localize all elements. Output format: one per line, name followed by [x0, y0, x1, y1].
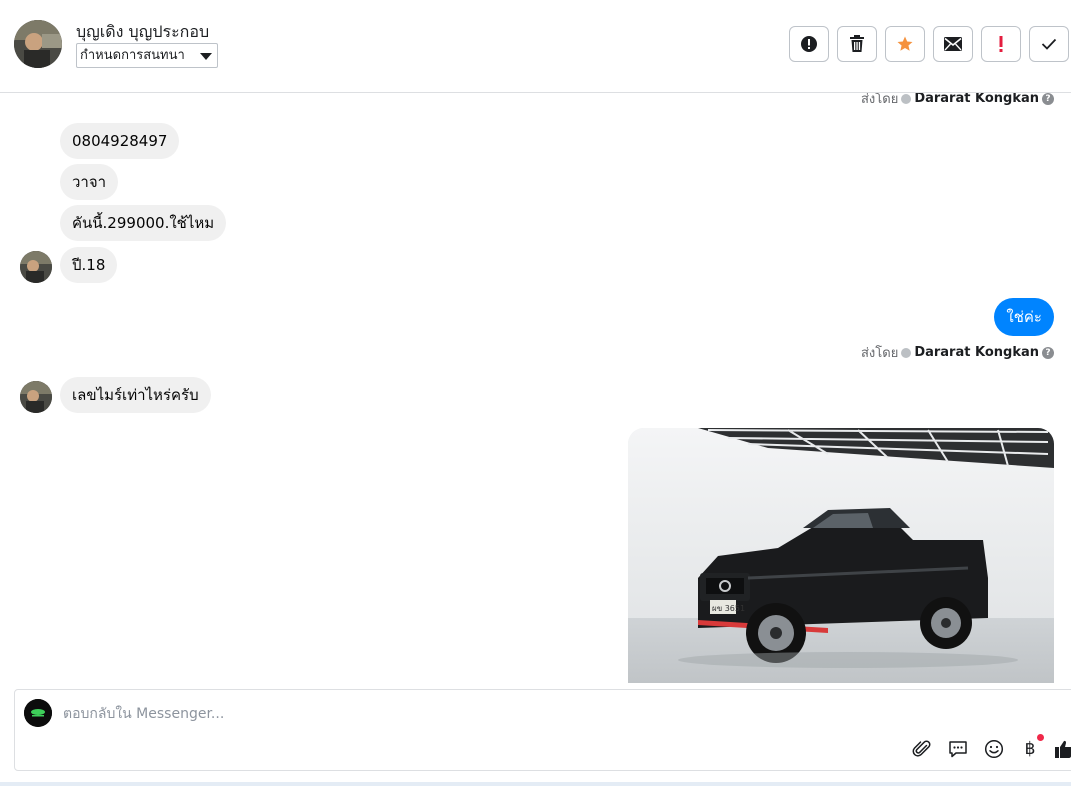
chat-bubble-icon: [949, 741, 967, 758]
smiley-icon: [984, 739, 1004, 759]
outgoing-photo-pickup-truck[interactable]: ผข 3651: [628, 428, 1054, 683]
checkmark-icon: [1041, 38, 1057, 50]
like-button[interactable]: [1053, 738, 1071, 760]
page-avatar: [24, 699, 52, 727]
reply-composer: ฿: [14, 689, 1071, 771]
caret-down-icon: [200, 53, 212, 60]
thumbs-up-icon: [1055, 740, 1071, 758]
outgoing-message[interactable]: ใช่ค่ะ: [994, 298, 1054, 336]
mark-spam-button[interactable]: [789, 26, 829, 62]
star-icon: [897, 36, 913, 51]
help-icon[interactable]: ?: [1042, 346, 1054, 359]
sent-by-label: ส่งโดย: [860, 93, 899, 107]
agent-dot-icon: [901, 347, 912, 358]
mark-done-button[interactable]: [1029, 26, 1069, 62]
conversation-label-select[interactable]: กำหนดการสนทนา: [76, 43, 218, 68]
customer-name: บุญเดิง บุญประกอบ: [76, 22, 210, 41]
incoming-message[interactable]: วาจา: [60, 164, 119, 200]
license-plate: ผข 3651: [712, 604, 745, 613]
incoming-message[interactable]: 0804928497: [60, 123, 180, 159]
incoming-message[interactable]: เลขไมร์เท่าไหร่ครับ: [60, 377, 211, 413]
customer-avatar-small[interactable]: [20, 251, 52, 283]
exclamation-icon: [999, 36, 1003, 52]
delete-button[interactable]: [837, 26, 877, 62]
follow-up-button[interactable]: [981, 26, 1021, 62]
sent-by-line: ส่งโดย Dararat Kongkan ?: [861, 93, 1054, 109]
agent-dot-icon: [901, 93, 912, 104]
conversation-header: บุญเดิง บุญประกอบ กำหนดการสนทนา: [0, 0, 1071, 93]
sent-by-label: ส่งโดย: [860, 346, 899, 361]
customer-avatar[interactable]: [14, 20, 62, 68]
bottom-edge: [0, 782, 1071, 786]
reply-input[interactable]: [63, 704, 863, 724]
baht-icon: ฿: [1024, 739, 1036, 759]
envelope-icon: [944, 37, 962, 51]
customer-avatar-small[interactable]: [20, 381, 52, 413]
payment-button[interactable]: ฿: [1019, 734, 1044, 760]
agent-name[interactable]: Dararat Kongkan: [914, 345, 1039, 360]
incoming-message[interactable]: ปี.18: [60, 247, 118, 283]
exclamation-circle-icon: [801, 36, 817, 52]
notification-dot: [1037, 734, 1044, 741]
mark-unread-button[interactable]: [933, 26, 973, 62]
saved-replies-button[interactable]: [947, 738, 969, 760]
attach-button[interactable]: [911, 738, 933, 760]
paperclip-icon: [912, 740, 931, 757]
help-icon[interactable]: ?: [1042, 93, 1054, 105]
message-thread[interactable]: ส่งโดย Dararat Kongkan ? 0804928497 วาจา…: [0, 93, 1071, 683]
conversation-label-value: กำหนดการสนทนา: [80, 48, 185, 63]
sent-by-line: ส่งโดย Dararat Kongkan ?: [861, 342, 1054, 363]
incoming-message[interactable]: คันนี้.299000.ใช้ไหม: [60, 205, 227, 241]
emoji-button[interactable]: [983, 738, 1005, 760]
trash-icon: [850, 35, 864, 52]
agent-name[interactable]: Dararat Kongkan: [914, 93, 1039, 106]
star-button[interactable]: [885, 26, 925, 62]
